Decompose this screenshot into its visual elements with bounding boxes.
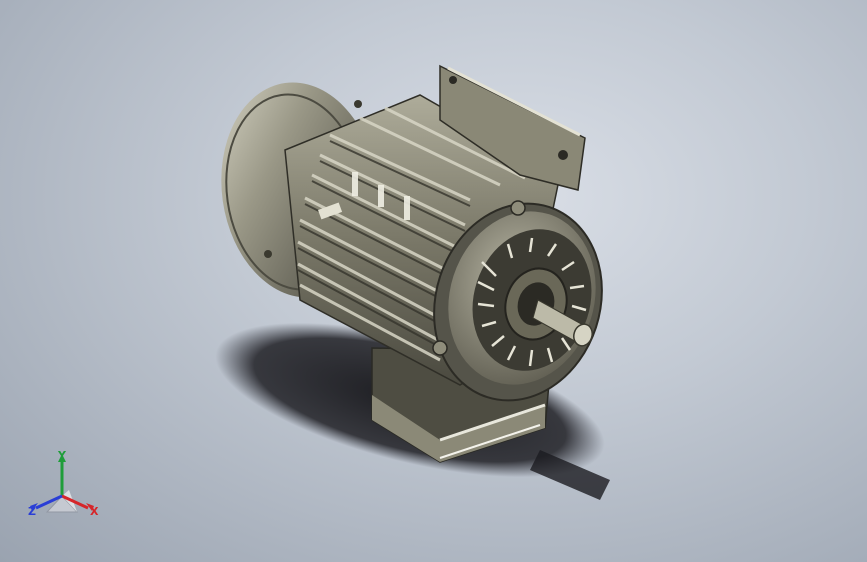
axis-triad: Y X Z (22, 448, 112, 528)
y-axis-label: Y (58, 449, 66, 462)
graphics-viewport[interactable]: Y X Z (0, 0, 867, 562)
motor-model[interactable] (0, 0, 867, 562)
z-axis-label: Z (28, 505, 36, 518)
x-axis-label: X (90, 505, 99, 518)
